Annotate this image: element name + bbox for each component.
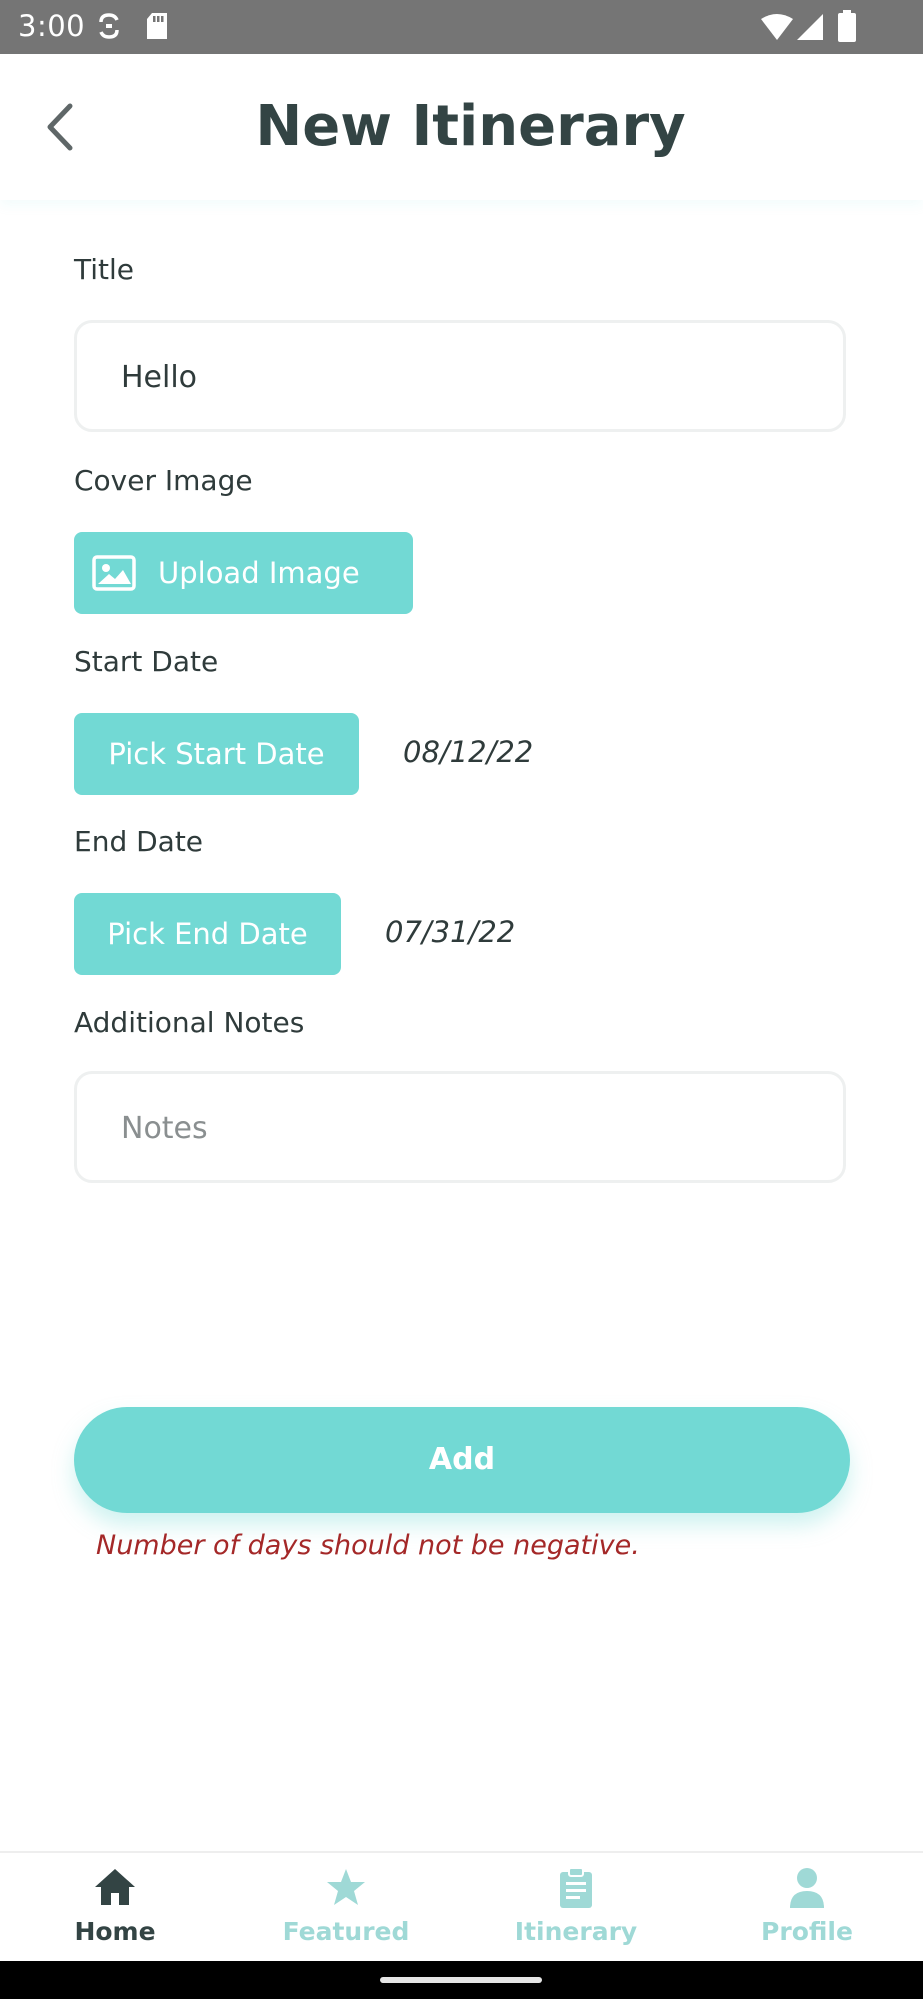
title-label: Title	[74, 253, 135, 286]
sync-icon	[97, 12, 121, 44]
cover-image-label: Cover Image	[74, 464, 253, 497]
nav-label-featured: Featured	[282, 1917, 410, 1946]
title-field[interactable]	[74, 320, 846, 432]
end-date-value: 07/31/22	[385, 915, 516, 949]
clipboard-icon	[560, 1867, 592, 1908]
wifi-icon	[760, 13, 794, 45]
home-icon	[95, 1869, 135, 1905]
pick-end-date-button[interactable]: Pick End Date	[74, 893, 341, 975]
person-icon	[790, 1868, 824, 1908]
page-title: New Itinerary	[255, 94, 686, 159]
end-date-label: End Date	[74, 825, 204, 858]
app-header: New Itinerary	[0, 54, 923, 200]
status-time: 3:00	[18, 9, 86, 43]
pick-start-date-button[interactable]: Pick Start Date	[74, 713, 359, 795]
upload-image-label: Upload Image	[158, 556, 360, 590]
signal-icon	[796, 13, 824, 45]
image-icon	[92, 555, 136, 591]
star-icon	[327, 1869, 365, 1905]
pick-start-date-label: Pick Start Date	[108, 737, 325, 771]
home-indicator[interactable]	[380, 1977, 542, 1983]
add-button[interactable]: Add	[74, 1407, 850, 1513]
nav-item-featured[interactable]: Featured	[231, 1853, 461, 1963]
error-message: Number of days should not be negative.	[96, 1530, 640, 1561]
nav-item-itinerary[interactable]: Itinerary	[461, 1853, 691, 1963]
nav-label-profile: Profile	[761, 1917, 853, 1946]
system-nav-bar	[0, 1961, 923, 1999]
status-bar: 3:00	[0, 0, 923, 54]
bottom-nav: Home Featured Itinerary Profile	[0, 1851, 923, 1963]
start-date-value: 08/12/22	[403, 735, 534, 769]
nav-label-home: Home	[74, 1917, 156, 1946]
nav-item-profile[interactable]: Profile	[692, 1853, 922, 1963]
nav-label-itinerary: Itinerary	[514, 1917, 638, 1946]
nav-item-home[interactable]: Home	[0, 1853, 230, 1963]
notes-label: Additional Notes	[74, 1006, 305, 1039]
title-input[interactable]	[119, 323, 803, 431]
battery-icon	[838, 10, 856, 46]
add-button-label: Add	[428, 1442, 496, 1477]
start-date-label: Start Date	[74, 645, 219, 678]
sd-card-icon	[146, 12, 168, 44]
notes-input[interactable]	[119, 1074, 803, 1182]
pick-end-date-label: Pick End Date	[107, 917, 308, 951]
notes-field[interactable]	[74, 1071, 846, 1183]
upload-image-button[interactable]: Upload Image	[74, 532, 413, 614]
